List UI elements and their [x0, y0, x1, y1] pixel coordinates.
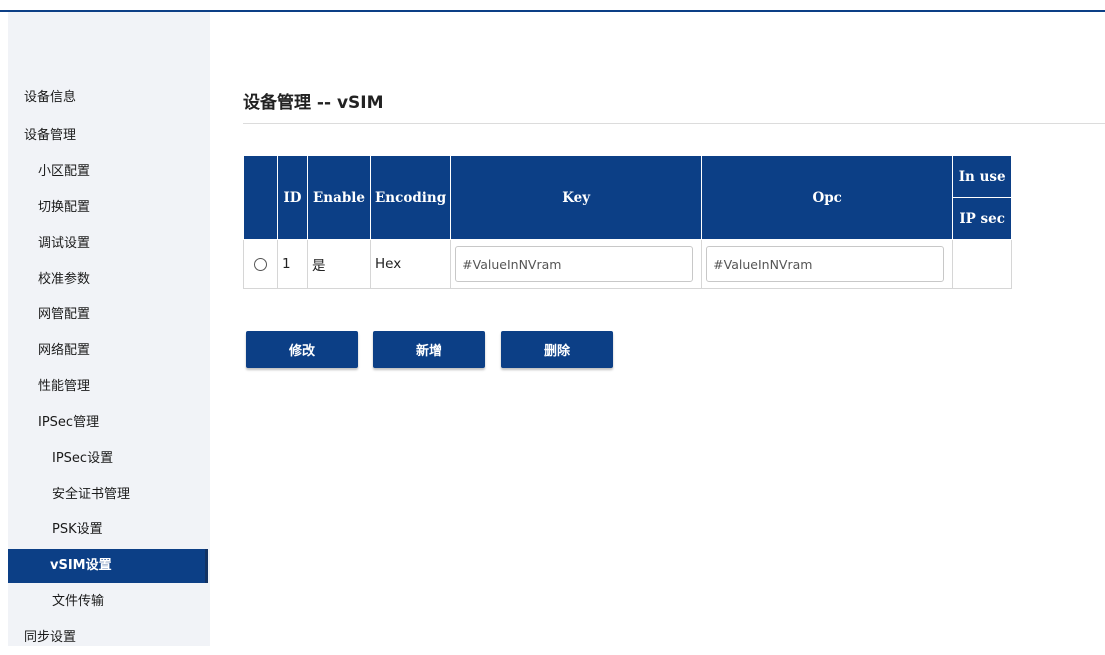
table-row: 1 是 Hex [243, 239, 1013, 289]
header-id: ID [277, 155, 308, 240]
title-divider [243, 123, 1105, 124]
sidebar-item-vsim[interactable]: vSIM设置 [8, 549, 208, 583]
sidebar-item-ipsec-settings[interactable]: IPSec设置 [52, 442, 113, 476]
sidebar-item-nms-config[interactable]: 网管配置 [38, 298, 90, 332]
header-key: Key [450, 155, 703, 240]
row-radio-button[interactable] [254, 257, 267, 271]
add-button[interactable]: 新增 [373, 331, 485, 368]
row-key-cell [450, 239, 703, 289]
sidebar-item-performance[interactable]: 性能管理 [38, 370, 90, 404]
sidebar-item-device-info[interactable]: 设备信息 [24, 81, 76, 115]
row-enable: 是 [307, 239, 371, 289]
row-select-cell [243, 239, 278, 289]
header-opc: Opc [701, 155, 954, 240]
row-encoding: Hex [369, 239, 452, 289]
page-title: 设备管理 -- vSIM [243, 93, 384, 113]
sidebar: 设备信息 设备管理 小区配置 切换配置 调试设置 校准参数 网管配置 网络配置 … [8, 12, 210, 646]
header-in-use: In use [952, 155, 1013, 198]
sidebar-item-calibration[interactable]: 校准参数 [38, 263, 90, 297]
row-id: 1 [277, 239, 308, 289]
sidebar-item-ipsec-management[interactable]: IPSec管理 [38, 406, 99, 440]
row-in-use [952, 239, 1013, 289]
sidebar-item-cell-config[interactable]: 小区配置 [38, 155, 90, 189]
header-select [243, 155, 278, 240]
sidebar-item-certificate[interactable]: 安全证书管理 [52, 478, 130, 512]
row-opc-cell [701, 239, 954, 289]
header-enable: Enable [307, 155, 371, 240]
sidebar-item-debug-settings[interactable]: 调试设置 [38, 227, 90, 261]
vsim-table: ID Enable Encoding Key Opc In use IP sec… [243, 155, 1013, 289]
sidebar-item-handover-config[interactable]: 切换配置 [38, 191, 90, 225]
opc-input[interactable] [706, 246, 945, 282]
sidebar-item-device-management[interactable]: 设备管理 [24, 119, 76, 153]
sidebar-item-file-transfer[interactable]: 文件传输 [52, 585, 104, 619]
header-encoding: Encoding [369, 155, 452, 240]
sidebar-item-sync-settings[interactable]: 同步设置 [24, 621, 76, 655]
header-ip-sec: IP sec [952, 197, 1013, 240]
delete-button[interactable]: 删除 [501, 331, 613, 368]
key-input[interactable] [455, 246, 694, 282]
sidebar-item-psk[interactable]: PSK设置 [52, 513, 103, 547]
sidebar-item-network-config[interactable]: 网络配置 [38, 334, 90, 368]
modify-button[interactable]: 修改 [246, 331, 358, 368]
